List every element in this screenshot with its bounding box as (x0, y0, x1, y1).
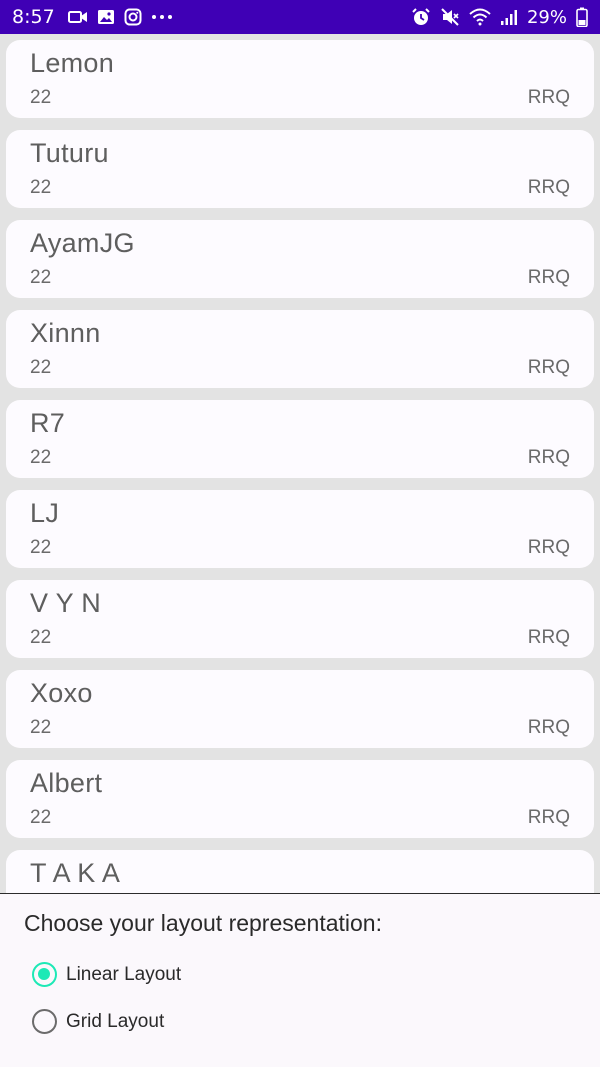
player-team: RRQ (527, 267, 570, 288)
signal-icon (500, 7, 518, 27)
player-age: 22 (30, 447, 52, 468)
player-name: Xoxo (30, 678, 93, 708)
grid-layout-option[interactable]: Grid Layout (32, 1009, 164, 1034)
player-name: Xinnn (30, 318, 101, 348)
player-list-content: Lemon 22 RRQ Tuturu 22 RRQ AyamJG 22 RRQ Xinnn 22 R… (0, 34, 600, 893)
layout-chooser: Choose your layout representation: Linea… (0, 893, 600, 1067)
wifi-icon (469, 7, 491, 27)
player-team: RRQ (527, 357, 570, 378)
player-age: 22 (30, 717, 52, 738)
player-card[interactable]: T A K A (6, 850, 594, 893)
video-icon (67, 7, 88, 27)
player-team: RRQ (527, 627, 570, 648)
player-team: RRQ (527, 87, 570, 108)
player-card[interactable]: AyamJG 22 RRQ (6, 220, 594, 298)
clock: 8:57 (12, 6, 55, 28)
player-name: Lemon (30, 48, 115, 78)
mute-icon (440, 7, 460, 27)
player-age: 22 (30, 807, 52, 828)
player-card[interactable]: R7 22 RRQ (6, 400, 594, 478)
player-name: T A K A (30, 858, 121, 888)
status-bar-right: 29% (411, 7, 588, 28)
instagram-icon (124, 7, 142, 27)
player-team: RRQ (527, 807, 570, 828)
player-name: AyamJG (30, 228, 135, 258)
player-age: 22 (30, 177, 52, 198)
player-age: 22 (30, 267, 52, 288)
player-name: LJ (30, 498, 60, 528)
linear-layout-option[interactable]: Linear Layout (32, 962, 181, 987)
player-age: 22 (30, 87, 52, 108)
player-card[interactable]: Lemon 22 RRQ (6, 40, 594, 118)
player-team: RRQ (527, 537, 570, 558)
player-name: Albert (30, 768, 103, 798)
battery-icon (576, 7, 588, 27)
grid-layout-label: Grid Layout (66, 1010, 165, 1032)
player-team: RRQ (527, 177, 570, 198)
layout-chooser-title: Choose your layout representation: (24, 910, 382, 936)
battery-level: 29% (526, 6, 567, 28)
player-card[interactable]: LJ 22 RRQ (6, 490, 594, 568)
grid-layout-radio[interactable] (32, 1009, 57, 1034)
alarm-icon (411, 7, 431, 27)
player-card[interactable]: Xinnn 22 RRQ (6, 310, 594, 388)
image-icon (97, 7, 115, 27)
more-icon (151, 7, 173, 27)
player-age: 22 (30, 537, 52, 558)
player-card[interactable]: Tuturu 22 RRQ (6, 130, 594, 208)
player-name: R7 (30, 408, 66, 438)
player-card[interactable]: Xoxo 22 RRQ (6, 670, 594, 748)
linear-layout-label: Linear Layout (66, 963, 182, 985)
player-name: V Y N (30, 588, 102, 618)
player-list[interactable]: Lemon 22 RRQ Tuturu 22 RRQ AyamJG 22 RRQ Xinnn 22 R… (0, 34, 600, 893)
status-bar-left: 8:57 (12, 6, 173, 28)
player-card[interactable]: Albert 22 RRQ (6, 760, 594, 838)
player-name: Tuturu (30, 138, 109, 168)
status-bar: 8:57 29% (0, 0, 600, 34)
linear-layout-radio[interactable] (32, 962, 57, 987)
player-team: RRQ (527, 447, 570, 468)
player-age: 22 (30, 627, 52, 648)
player-team: RRQ (527, 717, 570, 738)
player-age: 22 (30, 357, 52, 378)
player-card[interactable]: V Y N 22 RRQ (6, 580, 594, 658)
